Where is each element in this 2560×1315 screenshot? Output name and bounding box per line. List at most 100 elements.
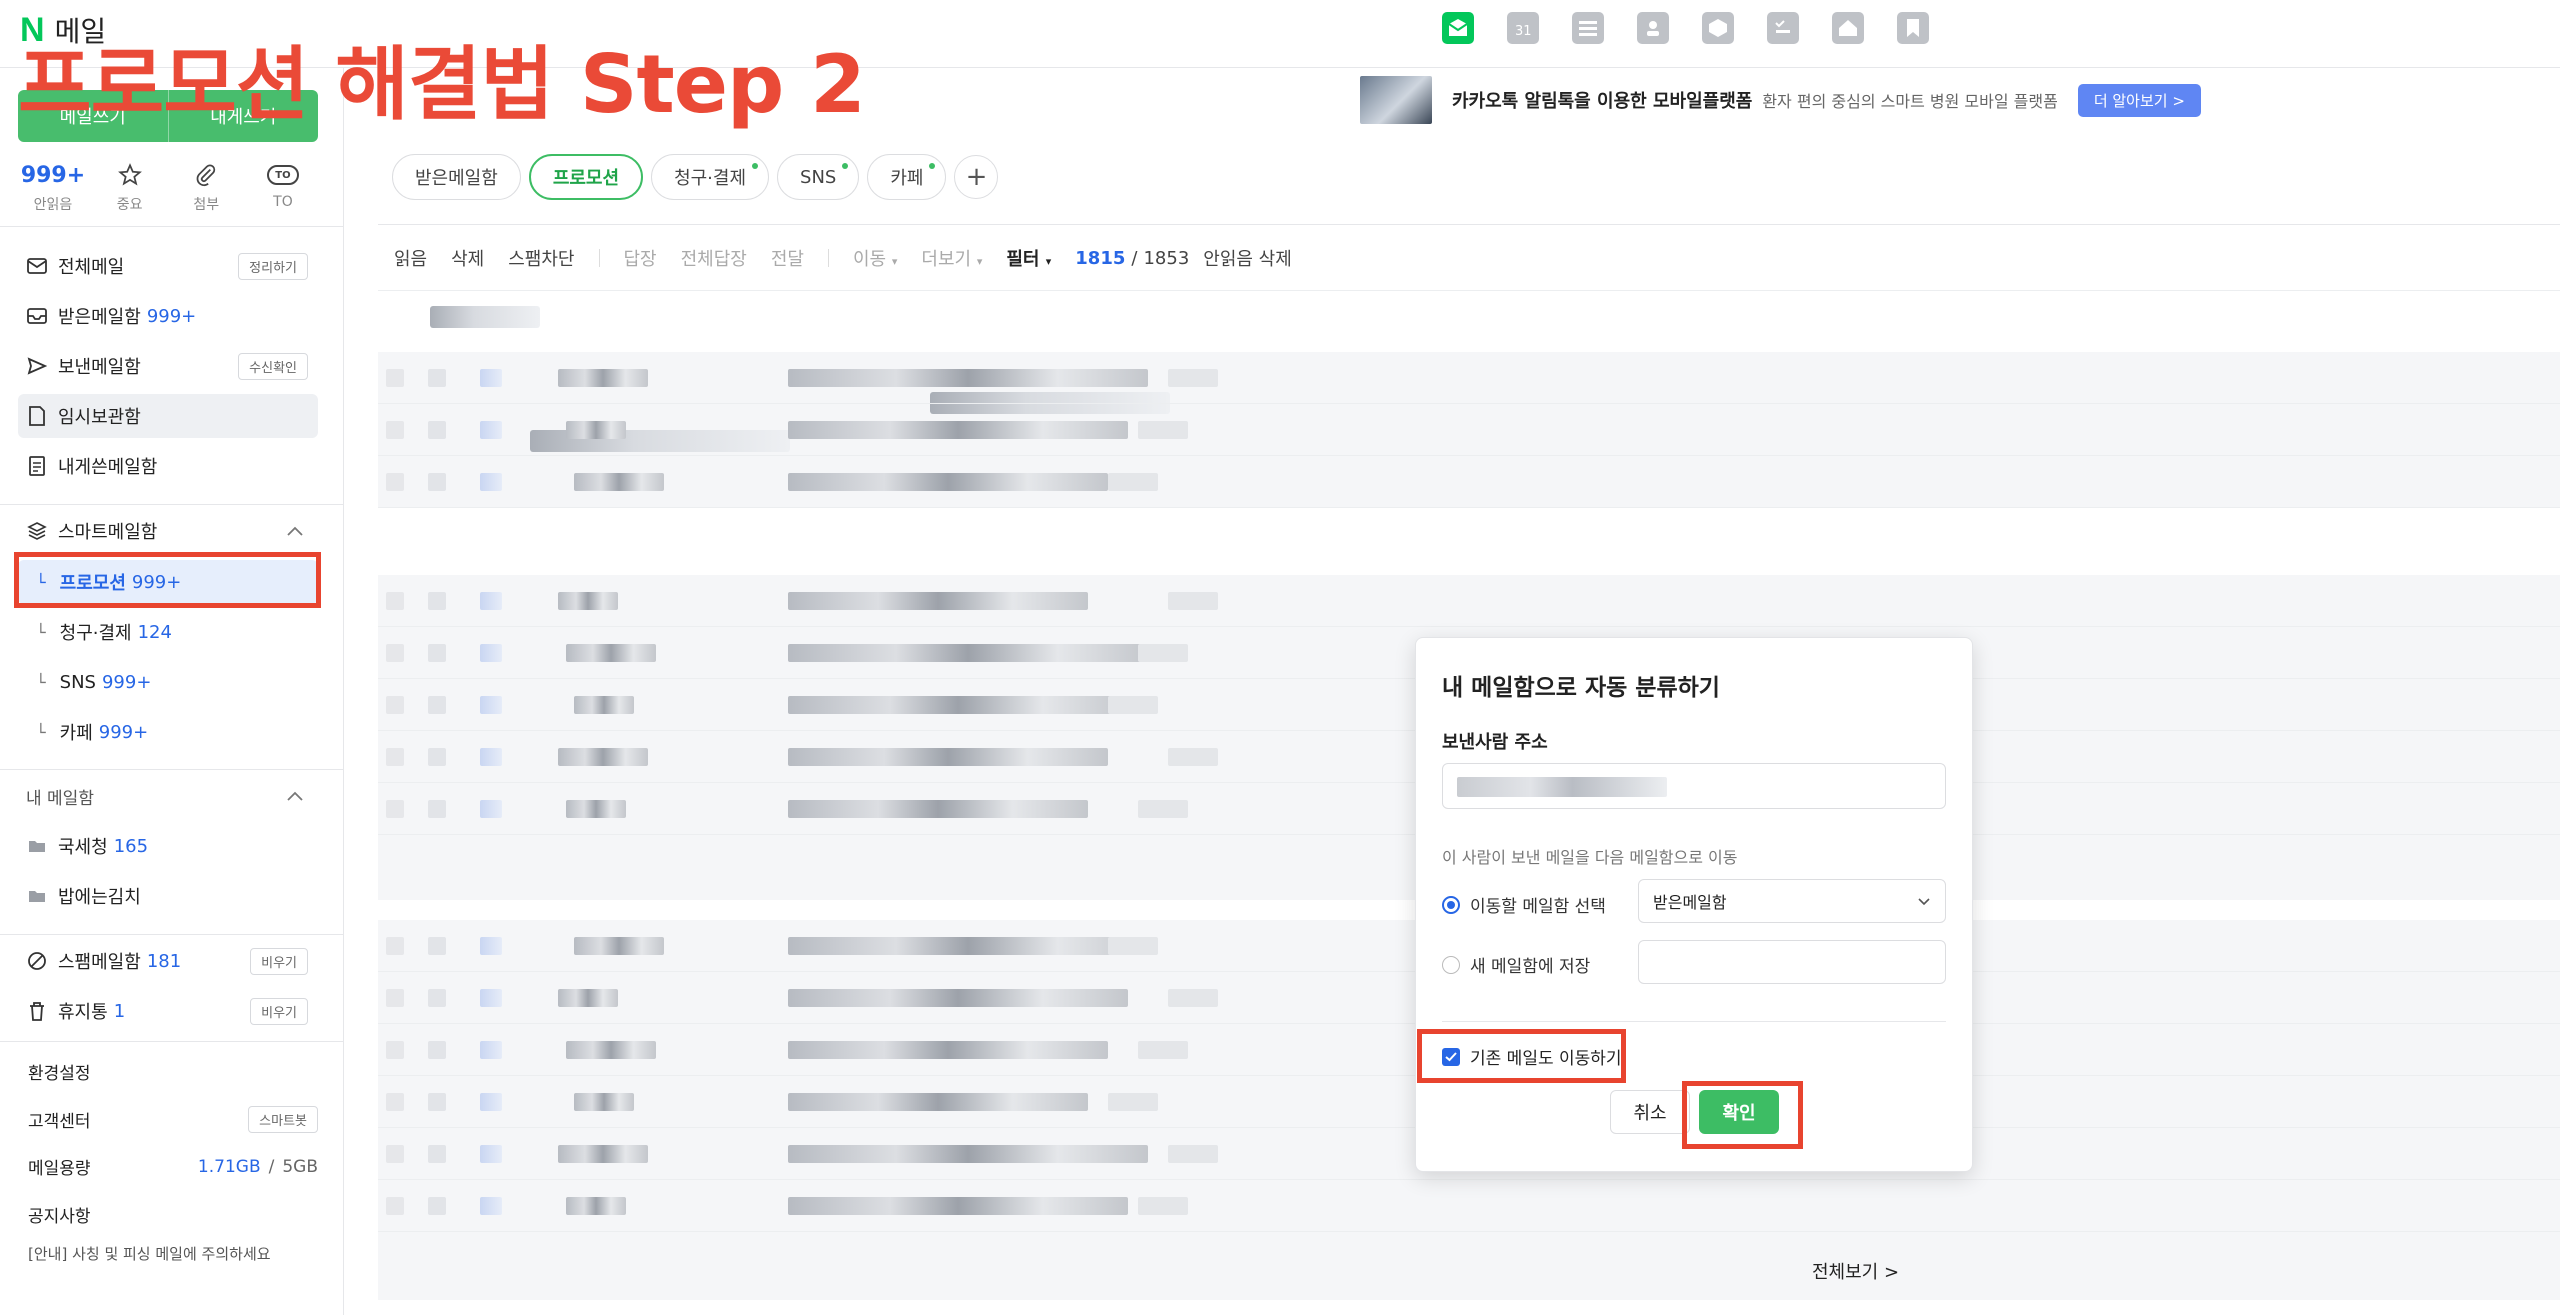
filter-label: 필터 [1006,249,1040,270]
add-tab-button[interactable]: + [954,155,999,199]
caret-down-icon: ▾ [891,255,898,268]
sidebar-item-nts[interactable]: 국세청 165 [18,824,318,868]
option-select-label: 이동할 메일함 선택 [1470,897,1606,917]
reply-all-button[interactable]: 전체답장 [681,245,747,271]
support-label: 고객센터 [28,1112,91,1132]
blurred-sender [558,748,648,766]
tab-sns[interactable]: SNS [777,154,860,200]
quota-total: 5GB [282,1156,318,1177]
folder-select[interactable]: 받은메일함 [1638,879,1946,923]
tab-inbox[interactable]: 받은메일함 [392,154,521,200]
mail-icon[interactable] [1442,12,1474,44]
table-row[interactable] [378,1180,2560,1232]
sidebar-item-cafe[interactable]: └ 카페 999+ [18,710,318,754]
organize-button[interactable]: 정리하기 [238,252,308,280]
toolbar-divider [378,290,2560,291]
sidebar-item-spam[interactable]: 스팸메일함 181 비우기 [18,939,318,983]
radio-unselected-icon[interactable] [1442,955,1460,974]
home-icon[interactable] [1832,12,1864,44]
checklist-icon[interactable] [1767,12,1799,44]
delete-button[interactable]: 삭제 [451,245,484,271]
table-row[interactable] [378,456,2560,508]
read-receipt-button[interactable]: 수신확인 [238,352,308,380]
blurred-read-status [480,696,502,714]
support-link[interactable]: 고객센터 스마트봇 [28,1106,318,1133]
sidebar-item-to-me[interactable]: 내게쓴메일함 [18,444,318,488]
svg-text:31: 31 [1515,24,1532,39]
quick-attachment-label: 첨부 [193,197,220,213]
table-row[interactable] [378,404,2560,456]
table-row[interactable] [378,575,2560,627]
ad-banner[interactable]: 카카오톡 알림톡을 이용한 모바일플랫폼 환자 편의 중심의 스마트 병원 모바… [1360,76,2201,124]
sidebar-item-sns[interactable]: └ SNS 999+ [18,660,318,704]
chevron-down-icon [1917,892,1931,911]
sidebar-item-trash[interactable]: 휴지통 1 비우기 [18,989,318,1033]
toolbar-separator [598,249,600,267]
envelope-icon [26,255,48,277]
table-row[interactable] [378,352,2560,404]
bookmark-icon[interactable] [1897,12,1929,44]
sidebar-item-drafts[interactable]: 임시보관함 [18,394,318,438]
sender-address-field[interactable] [1442,763,1946,809]
quick-important[interactable]: 중요 [95,160,165,214]
option-select-folder[interactable]: 이동할 메일함 선택 [1442,892,1606,917]
dialog-divider [1442,1021,1946,1022]
tab-promotion[interactable]: 프로모션 [528,154,644,200]
new-folder-name-input[interactable] [1638,940,1946,984]
sidebar-item-kimchi[interactable]: 밥에는김치 [18,874,318,918]
sidebar-item-billing[interactable]: └ 청구·결제 124 [18,610,318,654]
blurred-sender [566,421,626,439]
mark-read-button[interactable]: 읽음 [394,245,427,271]
sidebar-item-sent[interactable]: 보낸메일함 수신확인 [18,344,318,388]
empty-spam-button[interactable]: 비우기 [250,947,308,975]
move-dropdown[interactable]: 이동 ▾ [853,245,897,271]
notice-text[interactable]: [안내] 사칭 및 피싱 메일에 주의하세요 [28,1243,271,1264]
sidebar-item-inbox[interactable]: 받은메일함 999+ [18,294,318,338]
sidebar-item-all-mail[interactable]: 전체메일 정리하기 [18,244,318,288]
cancel-button[interactable]: 취소 [1610,1090,1690,1134]
branch-icon: └ [36,672,46,692]
sidebar-item-smart-mailbox[interactable]: 스마트메일함 [18,509,318,553]
reply-button[interactable]: 답장 [624,245,657,271]
empty-trash-button[interactable]: 비우기 [250,997,308,1025]
see-all-link[interactable]: 전체보기 > [1812,1258,1899,1284]
settings-link[interactable]: 환경설정 [28,1059,318,1084]
smartbot-button[interactable]: 스마트봇 [248,1106,318,1133]
box-icon[interactable] [1702,12,1734,44]
sidebar-item-label: 휴지통 [58,1002,108,1023]
delete-unread-button[interactable]: 안읽음 삭제 [1203,245,1292,271]
sidebar-item-label: 청구·결제 [59,623,132,644]
filter-dropdown[interactable]: 필터 ▾ [1006,245,1051,271]
sidebar-item-label: 보낸메일함 [58,357,141,378]
sidebar-item-label: 전체메일 [58,257,125,278]
more-dropdown[interactable]: 더보기 ▾ [921,245,982,271]
collapse-chevron-icon[interactable] [286,521,304,542]
tab-billing[interactable]: 청구·결제 [651,154,770,200]
spam-block-button[interactable]: 스팸차단 [508,245,574,271]
blurred-subject [788,748,1108,766]
forward-button[interactable]: 전달 [771,245,804,271]
list-icon[interactable] [1572,12,1604,44]
dialog-title: 내 메일함으로 자동 분류하기 [1442,675,1720,701]
option-new-folder[interactable]: 새 메일함에 저장 [1442,952,1590,977]
tab-cafe[interactable]: 카페 [867,154,947,200]
collapse-chevron-icon[interactable] [286,787,304,807]
ad-learn-more-button[interactable]: 더 알아보기 > [2077,83,2201,117]
notice-link[interactable]: 공지사항 [28,1202,318,1227]
more-label: 더보기 [921,249,972,270]
blurred-sender [574,696,634,714]
quick-attachment[interactable]: 첨부 [171,160,241,214]
contacts-icon[interactable] [1637,12,1669,44]
calendar-icon[interactable]: 31 [1507,12,1539,44]
blurred-read-status [480,1041,502,1059]
ad-image [1360,76,1432,124]
highlight-box-confirm [1682,1081,1803,1149]
quick-unread[interactable]: 999+ 안읽음 [18,160,88,214]
radio-selected-icon[interactable] [1442,895,1460,914]
inbox-count: 999+ [146,305,197,327]
blurred-subject [788,421,1128,439]
blurred-sender [558,1145,648,1163]
my-mailbox-header[interactable]: 내 메일함 [26,784,318,809]
quick-to-me[interactable]: TO TO [248,160,318,214]
blurred-star [428,592,446,610]
